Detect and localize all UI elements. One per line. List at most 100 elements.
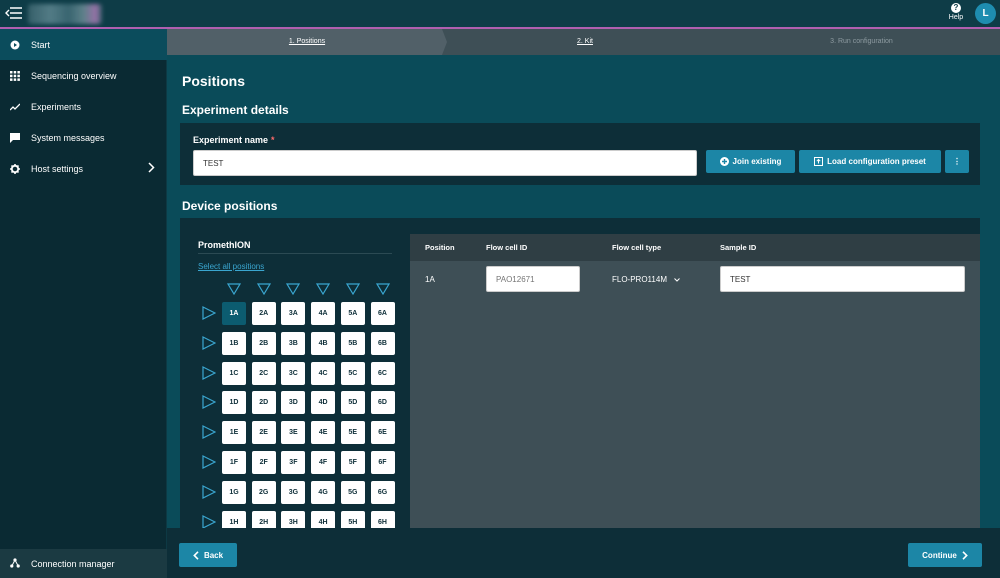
- position-cell-1e[interactable]: 1E: [222, 421, 246, 445]
- load-configuration-label: Load configuration preset: [827, 157, 926, 166]
- position-cell-1b[interactable]: 1B: [222, 331, 246, 355]
- position-cell-4g[interactable]: 4G: [311, 480, 336, 504]
- position-cell-2c[interactable]: 2C: [251, 361, 276, 385]
- help-button[interactable]: ? Help: [944, 3, 968, 21]
- position-cell-5c[interactable]: 5C: [340, 361, 365, 385]
- position-cell-4h[interactable]: 4H: [311, 510, 336, 528]
- table-header: Position Flow cell ID Flow cell type Sam…: [410, 234, 980, 261]
- position-cell-4a[interactable]: 4A: [311, 302, 336, 325]
- position-cell-4b[interactable]: 4B: [311, 331, 336, 355]
- position-cell-6h[interactable]: 6H: [370, 510, 395, 528]
- more-options-button[interactable]: ⋮: [945, 150, 969, 173]
- sidebar-item-start[interactable]: Start: [0, 29, 167, 60]
- help-label: Help: [948, 14, 964, 21]
- position-cell-2b[interactable]: 2B: [251, 331, 276, 355]
- step-kit[interactable]: 2. Kit: [447, 29, 723, 55]
- position-cell-4f[interactable]: 4F: [311, 451, 336, 474]
- select-row-b-icon[interactable]: [202, 335, 217, 350]
- experiment-details-title: Experiment details: [182, 103, 289, 117]
- position-cell-1f[interactable]: 1F: [222, 451, 246, 474]
- position-cell-5b[interactable]: 5B: [340, 331, 365, 355]
- position-cell-2e[interactable]: 2E: [251, 421, 276, 445]
- sidebar-item-system-messages[interactable]: System messages: [0, 122, 167, 153]
- position-cell-3a[interactable]: 3A: [281, 302, 306, 325]
- position-cell-3e[interactable]: 3E: [281, 421, 306, 445]
- position-cell-6a[interactable]: 6A: [370, 302, 395, 325]
- join-existing-button[interactable]: Join existing: [706, 150, 795, 173]
- header-flow-cell-type: Flow cell type: [612, 243, 662, 252]
- continue-button[interactable]: Continue: [908, 543, 982, 567]
- flow-cell-id-input[interactable]: [486, 266, 580, 292]
- page-title: Positions: [182, 73, 246, 89]
- header-flow-cell-id: Flow cell ID: [486, 243, 528, 252]
- sidebar-item-label: Start: [31, 39, 51, 50]
- position-cell-2d[interactable]: 2D: [251, 391, 276, 415]
- play-circle-icon: [10, 40, 20, 50]
- position-cell-2h[interactable]: 2H: [251, 510, 276, 528]
- position-cell-4e[interactable]: 4E: [311, 421, 336, 445]
- select-column-6-icon[interactable]: [375, 282, 390, 296]
- position-cell-6b[interactable]: 6B: [370, 331, 395, 355]
- position-cell-5a[interactable]: 5A: [340, 302, 365, 325]
- step-positions[interactable]: 1. Positions: [167, 29, 447, 55]
- select-column-3-icon[interactable]: [286, 282, 301, 296]
- position-cell-6g[interactable]: 6G: [370, 480, 395, 504]
- sidebar-item-host-settings[interactable]: Host settings: [0, 153, 167, 184]
- position-cell-3g[interactable]: 3G: [281, 480, 306, 504]
- select-row-d-icon[interactable]: [202, 395, 217, 410]
- select-all-positions-link[interactable]: Select all positions: [198, 262, 264, 271]
- load-configuration-preset-button[interactable]: Load configuration preset: [799, 150, 941, 173]
- select-row-c-icon[interactable]: [202, 365, 217, 380]
- sidebar-item-label: System messages: [31, 132, 105, 143]
- connection-manager-button[interactable]: Connection manager: [0, 549, 167, 578]
- menu-collapse-icon[interactable]: [4, 5, 24, 21]
- gear-icon: [10, 163, 20, 174]
- position-cell-4c[interactable]: 4C: [311, 361, 336, 385]
- experiment-name-input[interactable]: [193, 150, 697, 176]
- back-button[interactable]: Back: [179, 543, 237, 567]
- position-cell-1h[interactable]: 1H: [222, 510, 246, 528]
- select-row-e-icon[interactable]: [202, 425, 217, 440]
- position-cell-3d[interactable]: 3D: [281, 391, 306, 415]
- select-column-1-icon[interactable]: [226, 282, 242, 296]
- select-row-g-icon[interactable]: [202, 484, 217, 499]
- required-marker: *: [271, 135, 275, 145]
- position-cell-2g[interactable]: 2G: [251, 480, 276, 504]
- position-cell-1g[interactable]: 1G: [222, 480, 246, 504]
- device-positions-title: Device positions: [182, 199, 278, 213]
- position-cell-3h[interactable]: 3H: [281, 510, 306, 528]
- user-avatar[interactable]: L: [975, 3, 996, 24]
- select-column-5-icon[interactable]: [345, 282, 360, 296]
- select-column-4-icon[interactable]: [316, 282, 331, 296]
- position-cell-2a[interactable]: 2A: [251, 302, 276, 325]
- select-column-2-icon[interactable]: [256, 282, 271, 296]
- footer-bar: Back Continue: [167, 528, 1000, 578]
- chevron-right-icon: [148, 162, 155, 175]
- position-cell-3c[interactable]: 3C: [281, 361, 306, 385]
- position-cell-4d[interactable]: 4D: [311, 391, 336, 415]
- position-cell-3f[interactable]: 3F: [281, 451, 306, 474]
- position-cell-5e[interactable]: 5E: [340, 421, 365, 445]
- position-cell-5d[interactable]: 5D: [340, 391, 365, 415]
- position-cell-1a[interactable]: 1A: [222, 302, 246, 325]
- position-cell-1c[interactable]: 1C: [222, 361, 246, 385]
- position-cell-5f[interactable]: 5F: [340, 451, 365, 474]
- position-cell-3b[interactable]: 3B: [281, 331, 306, 355]
- position-cell-6c[interactable]: 6C: [370, 361, 395, 385]
- flow-cell-type-value: FLO-PRO114M: [612, 275, 667, 284]
- position-cell-6d[interactable]: 6D: [370, 391, 395, 415]
- position-cell-6f[interactable]: 6F: [370, 451, 395, 474]
- flow-cell-type-select[interactable]: FLO-PRO114M: [612, 275, 681, 284]
- sidebar-item-sequencing-overview[interactable]: Sequencing overview: [0, 60, 167, 91]
- position-cell-2f[interactable]: 2F: [251, 451, 276, 474]
- sample-id-input[interactable]: [720, 266, 965, 292]
- select-row-f-icon[interactable]: [202, 455, 217, 469]
- sidebar-item-experiments[interactable]: Experiments: [0, 91, 167, 122]
- position-cell-5g[interactable]: 5G: [340, 480, 365, 504]
- position-cell-5h[interactable]: 5H: [340, 510, 365, 528]
- stepper: 1. Positions 2. Kit 3. Run configuration: [167, 29, 1000, 55]
- select-row-h-icon[interactable]: [202, 514, 217, 528]
- select-row-a-icon[interactable]: [202, 306, 217, 320]
- position-cell-6e[interactable]: 6E: [370, 421, 395, 445]
- position-cell-1d[interactable]: 1D: [222, 391, 246, 415]
